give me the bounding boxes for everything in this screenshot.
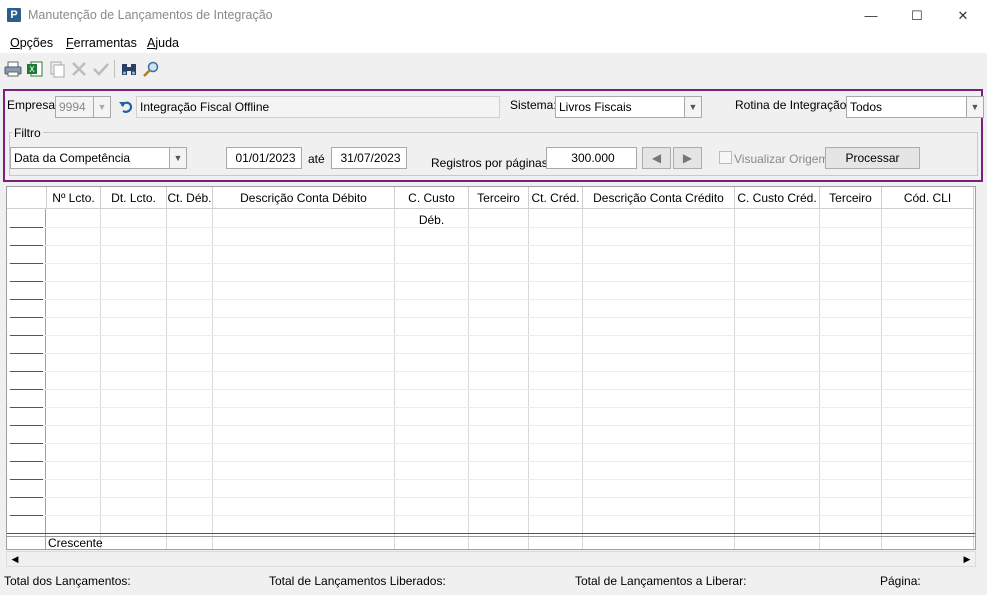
total-a-liberar-label: Total de Lançamentos a Liberar: — [575, 574, 747, 588]
col-header[interactable]: Terceiro — [469, 187, 529, 209]
visualizar-origem-label: Visualizar Origem — [734, 152, 829, 166]
chevron-down-icon[interactable]: ▼ — [169, 148, 186, 168]
date-type-combo[interactable]: Data da Competência ▼ — [10, 147, 187, 169]
copy-icon[interactable] — [48, 60, 66, 78]
col-header[interactable]: Cód. CLI — [882, 187, 974, 209]
chevron-down-icon[interactable]: ▼ — [684, 97, 701, 117]
search-icon[interactable] — [142, 60, 160, 78]
sistema-value: Livros Fiscais — [559, 100, 632, 114]
app-icon: P — [7, 8, 21, 22]
menu-opcoes[interactable]: Opções — [10, 36, 53, 50]
grid-header: Nº Lcto. Dt. Lcto. Ct. Déb. Descrição Co… — [7, 187, 975, 227]
prev-page-button[interactable]: ◀ — [642, 147, 671, 169]
menu-ajuda[interactable]: Ajuda — [147, 36, 179, 50]
rotina-value: Todos — [850, 100, 883, 114]
window-title: Manutenção de Lançamentos de Integração — [28, 8, 273, 22]
scroll-right-icon[interactable]: ▶ — [959, 552, 975, 566]
date-type-value: Data da Competência — [14, 151, 131, 165]
sistema-combo[interactable]: Livros Fiscais ▼ — [555, 96, 702, 118]
total-liberados-label: Total de Lançamentos Liberados: — [269, 574, 446, 588]
processar-button[interactable]: Processar — [825, 147, 920, 169]
horizontal-scrollbar[interactable]: ◀ ▶ — [6, 551, 976, 567]
sort-order-label: Crescente — [48, 536, 103, 550]
date-to-input[interactable]: 31/07/2023 — [331, 147, 407, 169]
close-button[interactable]: ✕ — [940, 0, 986, 31]
rotina-label: Rotina de Integração: — [735, 98, 850, 112]
chevron-down-icon[interactable]: ▼ — [966, 97, 983, 117]
registros-label: Registros por páginas: — [431, 156, 552, 170]
svg-text:X: X — [29, 65, 35, 74]
undo-icon[interactable] — [117, 98, 135, 116]
col-header[interactable]: Ct. Déb. — [167, 187, 213, 209]
chevron-down-icon[interactable]: ▼ — [93, 97, 110, 117]
toolbar-separator — [114, 60, 115, 78]
binoculars-icon[interactable] — [120, 60, 138, 78]
empresa-code-value: 9994 — [59, 100, 86, 114]
col-header[interactable]: Ct. Créd. — [529, 187, 583, 209]
total-lancamentos-label: Total dos Lançamentos: — [4, 574, 131, 588]
lancamentos-grid[interactable]: Nº Lcto. Dt. Lcto. Ct. Déb. Descrição Co… — [6, 186, 976, 550]
col-header[interactable]: Dt. Lcto. — [101, 187, 167, 209]
date-from-input[interactable]: 01/01/2023 — [226, 147, 302, 169]
grid-corner — [7, 187, 47, 209]
confirm-icon[interactable] — [92, 60, 110, 78]
delete-icon[interactable] — [70, 60, 88, 78]
empresa-code-combo[interactable]: 9994 ▼ — [55, 96, 111, 118]
ate-label: até — [308, 152, 325, 166]
row-header-column — [7, 187, 46, 549]
col-header[interactable]: Terceiro — [820, 187, 882, 209]
empresa-name-field: Integração Fiscal Offline — [136, 96, 500, 118]
col-header[interactable]: C. Custo Créd. — [735, 187, 820, 209]
filtro-label: Filtro — [12, 126, 43, 140]
printer-icon[interactable] — [4, 60, 22, 78]
registros-input[interactable]: 300.000 — [546, 147, 637, 169]
minimize-button[interactable]: — — [848, 0, 894, 31]
excel-export-icon[interactable]: X — [26, 60, 44, 78]
next-page-button[interactable]: ▶ — [673, 147, 702, 169]
col-header[interactable]: C. Custo Déb. — [395, 187, 469, 227]
visualizar-origem-checkbox[interactable] — [719, 151, 732, 164]
pagina-label: Página: — [880, 574, 921, 588]
rotina-combo[interactable]: Todos ▼ — [846, 96, 984, 118]
col-header[interactable]: Descrição Conta Crédito — [583, 187, 735, 209]
empresa-label: Empresa: — [7, 98, 59, 112]
sistema-label: Sistema: — [510, 98, 557, 112]
maximize-button[interactable]: ☐ — [894, 0, 940, 31]
scroll-left-icon[interactable]: ◀ — [7, 552, 23, 566]
grid-footer-separator — [7, 533, 975, 537]
col-header[interactable]: Nº Lcto. — [47, 187, 101, 209]
col-header[interactable]: Descrição Conta Débito — [213, 187, 395, 209]
menu-ferramentas[interactable]: Ferramentas — [66, 36, 137, 50]
